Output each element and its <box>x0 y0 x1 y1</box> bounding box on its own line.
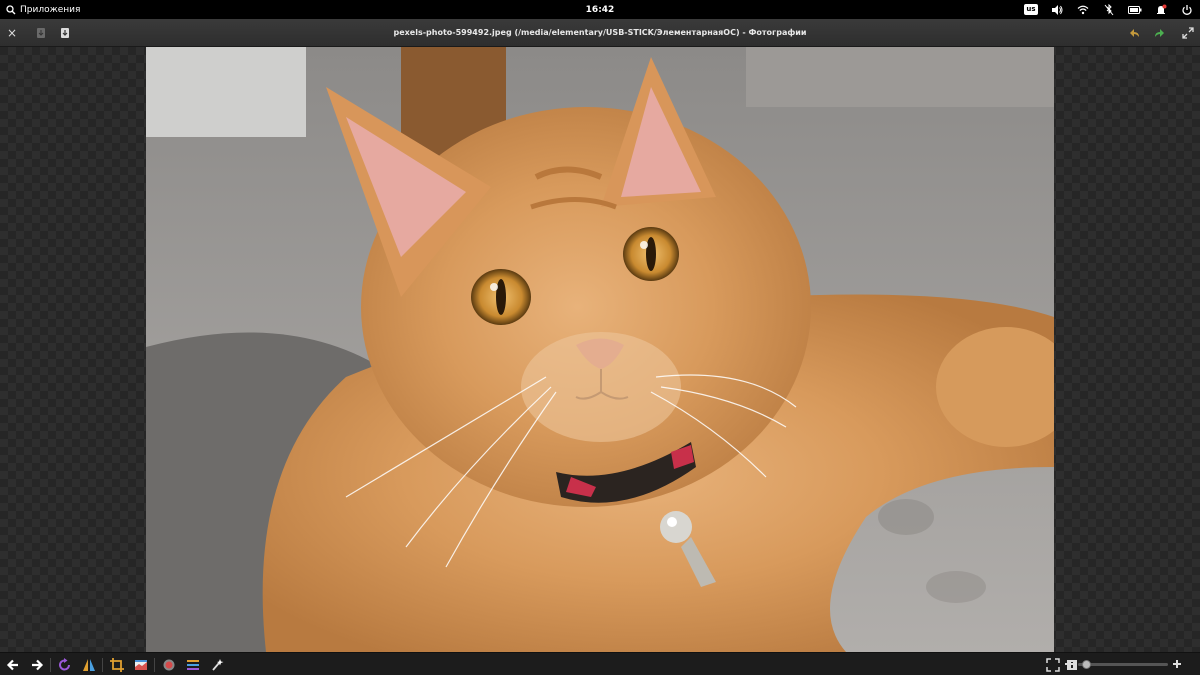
previous-photo-button[interactable] <box>4 656 22 674</box>
session-indicator[interactable] <box>1180 3 1194 17</box>
redo-icon <box>1155 29 1164 37</box>
fullscreen-icon <box>1182 27 1194 39</box>
zoom-fit-icon <box>1046 658 1060 672</box>
import-icon <box>37 28 45 38</box>
keyboard-layout-indicator[interactable]: us <box>1024 3 1038 17</box>
clock[interactable]: 16:42 <box>586 5 615 15</box>
export-icon <box>61 28 69 38</box>
undo-icon <box>1130 29 1139 37</box>
fullscreen-button[interactable] <box>1179 24 1197 42</box>
straighten-button[interactable] <box>132 656 150 674</box>
flip-button[interactable] <box>80 656 98 674</box>
notifications-icon <box>1157 4 1167 14</box>
battery-icon <box>1128 5 1142 14</box>
zoom-in-button[interactable] <box>1172 659 1182 669</box>
zoom-out-icon <box>1065 663 1073 665</box>
power-indicator[interactable] <box>1128 3 1142 17</box>
toolbar-separator <box>50 658 51 672</box>
adjust-button[interactable] <box>184 656 202 674</box>
arrow-right-icon <box>32 659 44 671</box>
arrow-left-icon <box>6 659 18 671</box>
bluetooth-indicator[interactable] <box>1102 3 1116 17</box>
rotate-button[interactable] <box>56 656 74 674</box>
system-panel: Приложения 16:42 us <box>0 0 1200 19</box>
red-eye-button[interactable] <box>160 656 178 674</box>
zoom-slider[interactable] <box>1078 659 1168 669</box>
photo-canvas[interactable] <box>146 47 1054 652</box>
flip-icon <box>83 659 95 671</box>
indicators: us <box>1024 0 1194 19</box>
crop-icon <box>110 658 124 672</box>
zoom-fit-button[interactable] <box>1044 656 1062 674</box>
search-icon <box>6 4 16 14</box>
zoom-control <box>1064 659 1182 669</box>
window-title: pexels-photo-599492.jpeg (/media/element… <box>393 28 807 37</box>
next-photo-button[interactable] <box>28 656 46 674</box>
import-button[interactable] <box>32 24 50 42</box>
bottom-toolbar <box>0 652 1200 675</box>
export-button[interactable] <box>56 24 74 42</box>
undo-button[interactable] <box>1126 24 1144 42</box>
power-icon <box>1182 4 1192 15</box>
volume-icon <box>1052 4 1063 15</box>
cat-photo <box>146 47 1054 652</box>
magic-wand-icon <box>212 659 224 671</box>
zoom-slider-knob[interactable] <box>1082 659 1092 669</box>
toolbar-separator <box>154 658 155 672</box>
red-eye-icon <box>163 659 175 671</box>
network-indicator[interactable] <box>1076 3 1090 17</box>
close-icon: × <box>6 26 18 40</box>
crop-button[interactable] <box>108 656 126 674</box>
toolbar-separator <box>102 658 103 672</box>
close-button[interactable]: × <box>3 24 21 42</box>
notifications-indicator[interactable] <box>1154 3 1168 17</box>
enhance-button[interactable] <box>208 656 226 674</box>
applications-menu[interactable]: Приложения <box>0 0 80 19</box>
photo-viewer[interactable] <box>0 47 1200 652</box>
keyboard-layout-label: us <box>1024 4 1038 15</box>
mic-muted-icon <box>1104 3 1114 15</box>
wifi-icon <box>1077 5 1089 14</box>
header-bar: × pexels-photo-599492.jpeg (/media/eleme… <box>0 19 1200 47</box>
rotate-icon <box>59 658 70 671</box>
straighten-icon <box>135 660 147 670</box>
zoom-in-icon <box>1173 660 1181 668</box>
redo-button[interactable] <box>1150 24 1168 42</box>
adjust-icon <box>187 660 199 670</box>
volume-indicator[interactable] <box>1050 3 1064 17</box>
zoom-out-button[interactable] <box>1064 659 1074 669</box>
applications-label: Приложения <box>20 4 81 15</box>
